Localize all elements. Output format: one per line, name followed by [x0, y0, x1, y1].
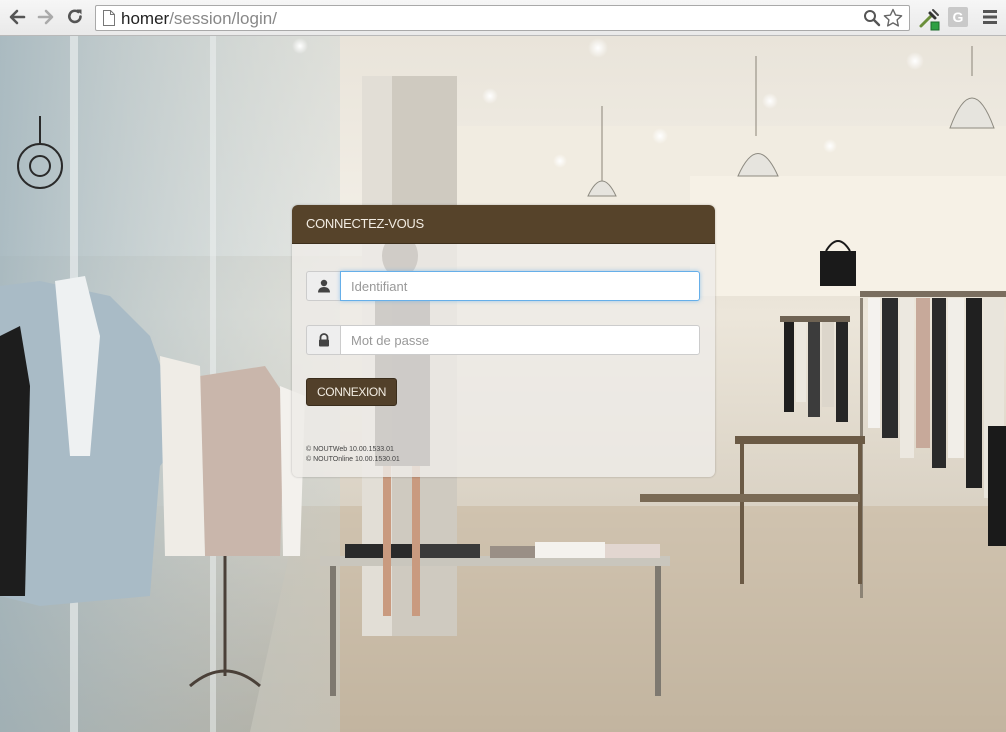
browser-toolbar: homer/session/login/ G [0, 0, 1006, 36]
password-addon [306, 325, 340, 355]
back-arrow-icon [9, 9, 26, 25]
hamburger-menu-icon[interactable] [982, 9, 998, 25]
eyedropper-extension-icon[interactable] [917, 7, 941, 31]
login-title: CONNECTEZ-VOUS [292, 205, 715, 244]
g-extension-icon[interactable]: G [948, 7, 968, 27]
zoom-icon[interactable] [863, 9, 881, 27]
version-web: © NOUTWeb 10.00.1533.01 [306, 446, 394, 453]
version-online: © NOUTOnline 10.00.1530.01 [306, 456, 400, 463]
page-icon [103, 10, 115, 26]
reload-icon [68, 9, 82, 24]
forward-button[interactable] [35, 6, 57, 28]
user-icon [317, 279, 330, 293]
star-icon[interactable] [883, 8, 903, 28]
version-info: © NOUTWeb 10.00.1533.01 © NOUTOnline 10.… [306, 445, 400, 465]
username-input[interactable] [340, 271, 700, 301]
username-addon [306, 271, 340, 301]
password-field [306, 325, 700, 355]
forward-arrow-icon [37, 9, 54, 25]
url-text[interactable]: homer/session/login/ [121, 9, 277, 28]
connexion-button[interactable]: CONNEXION [306, 378, 398, 406]
username-field [306, 271, 700, 301]
g-extension-letter: G [952, 9, 964, 25]
password-input[interactable] [340, 325, 700, 355]
page-viewport: CONNECTEZ-VOUS CONNEXION © NOUTWeb 10.0 [0, 36, 1006, 732]
login-panel: CONNECTEZ-VOUS CONNEXION © NOUTWeb 10.0 [292, 205, 715, 477]
lock-icon [318, 333, 329, 347]
reload-button[interactable] [64, 6, 86, 28]
address-bar[interactable]: homer/session/login/ [95, 5, 910, 31]
back-button[interactable] [6, 6, 28, 28]
